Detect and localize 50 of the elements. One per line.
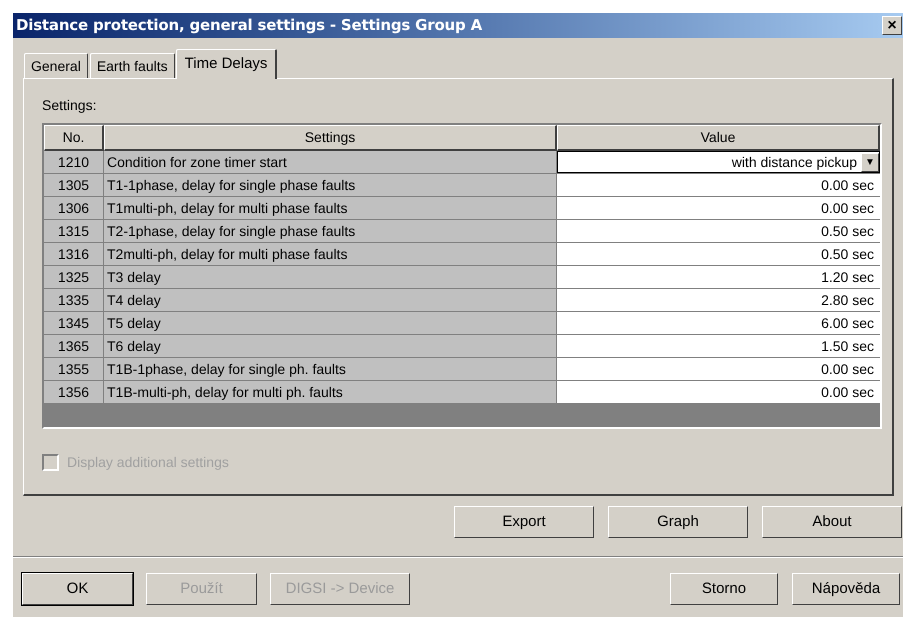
table-cell: Condition for zone timer start bbox=[104, 151, 557, 173]
table-cell: 1305 bbox=[44, 174, 104, 196]
table-cell: 1315 bbox=[44, 220, 104, 242]
table-cell: 0.00 sec bbox=[557, 358, 880, 380]
table-cell: 2.80 sec bbox=[557, 289, 880, 311]
table-cell: 1210 bbox=[44, 151, 104, 173]
close-button[interactable]: × bbox=[882, 16, 902, 35]
table-cell: 1.50 sec bbox=[557, 335, 880, 357]
button[interactable]: Graph bbox=[608, 506, 748, 538]
tab[interactable]: Earth faults bbox=[90, 53, 175, 78]
value-dropdown[interactable]: with distance pickup ▼ bbox=[557, 151, 880, 173]
settings-label: Settings: bbox=[42, 98, 98, 112]
table-cell: 0.00 sec bbox=[557, 174, 880, 196]
tab[interactable]: General bbox=[24, 53, 88, 78]
table-cell: 1335 bbox=[44, 289, 104, 311]
tab[interactable]: Time Delays bbox=[176, 49, 278, 79]
table-cell: T5 delay bbox=[104, 312, 557, 334]
button[interactable]: Export bbox=[454, 506, 594, 538]
table-cell: 1.20 sec bbox=[557, 266, 880, 288]
table-cell: 0.00 sec bbox=[557, 381, 880, 403]
table-cell: T6 delay bbox=[104, 335, 557, 357]
button[interactable]: Nápověda bbox=[792, 573, 900, 605]
table-cell: T1B-multi-ph, delay for multi ph. faults bbox=[104, 381, 557, 403]
table-cell: 1316 bbox=[44, 243, 104, 265]
table-cell: 0.00 sec bbox=[557, 197, 880, 219]
table-cell: 6.00 sec bbox=[557, 312, 880, 334]
table-cell: T1-1phase, delay for single phase faults bbox=[104, 174, 557, 196]
table-cell: 0.50 sec bbox=[557, 220, 880, 242]
table-cell: T1B-1phase, delay for single ph. faults bbox=[104, 358, 557, 380]
column-header[interactable]: No. bbox=[44, 125, 104, 151]
button[interactable]: Storno bbox=[670, 573, 778, 605]
table-cell: T4 delay bbox=[104, 289, 557, 311]
table-cell: 1345 bbox=[44, 312, 104, 334]
table-cell: T2-1phase, delay for single phase faults bbox=[104, 220, 557, 242]
table-cell: 1306 bbox=[44, 197, 104, 219]
table-cell: 1355 bbox=[44, 358, 104, 380]
table-cell: 1325 bbox=[44, 266, 104, 288]
dropdown-value: with distance pickup bbox=[732, 152, 858, 172]
table-cell: T1multi-ph, delay for multi phase faults bbox=[104, 197, 557, 219]
table-cell: T2multi-ph, delay for multi phase faults bbox=[104, 243, 557, 265]
table-cell: 1365 bbox=[44, 335, 104, 357]
column-header[interactable]: Value bbox=[557, 125, 880, 151]
column-header[interactable]: Settings bbox=[104, 125, 557, 151]
button[interactable]: OK bbox=[22, 573, 133, 605]
button[interactable]: About bbox=[762, 506, 902, 538]
dropdown-caret[interactable]: ▼ bbox=[861, 152, 879, 172]
table-cell: 0.50 sec bbox=[557, 243, 880, 265]
table-cell: 1356 bbox=[44, 381, 104, 403]
window-title: Distance protection, general settings - Settings Group A bbox=[16, 15, 482, 36]
table-cell: T3 delay bbox=[104, 266, 557, 288]
